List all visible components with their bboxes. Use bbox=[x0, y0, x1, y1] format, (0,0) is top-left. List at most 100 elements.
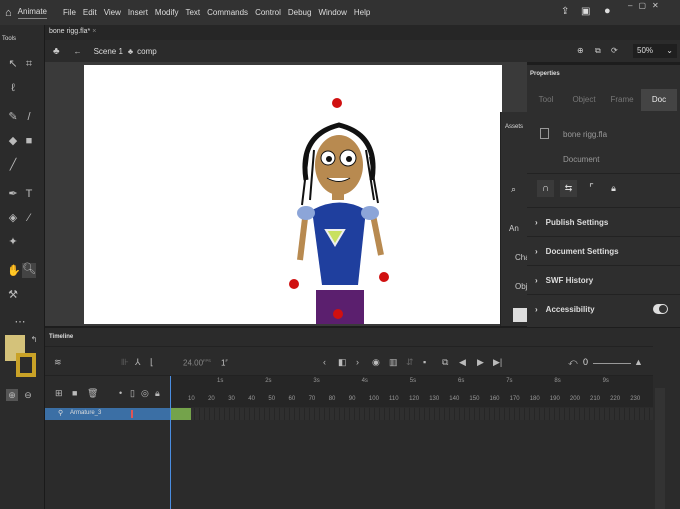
menu-text[interactable]: Text bbox=[185, 8, 200, 17]
assets-item[interactable]: An bbox=[509, 224, 519, 233]
insert-keyframe-icon[interactable]: ◧ bbox=[338, 357, 347, 368]
line-tool-icon[interactable]: ╱ bbox=[7, 159, 19, 171]
pose-frames[interactable] bbox=[170, 408, 191, 420]
edit-symbols-icon[interactable]: ♣ bbox=[53, 46, 60, 57]
new-layer-icon[interactable]: ⊞ bbox=[55, 388, 63, 399]
scene-label[interactable]: Scene 1 bbox=[94, 47, 123, 56]
free-transform-tool-icon[interactable]: ⌗ bbox=[23, 58, 35, 70]
camera-tool-icon[interactable]: ⚒ bbox=[7, 289, 19, 301]
share-icon[interactable]: ⇪ bbox=[561, 6, 569, 17]
zoom-frames-icon[interactable]: ▲ bbox=[634, 357, 643, 367]
document-tab[interactable]: bone rigg.fla* × bbox=[49, 28, 96, 35]
asset-thumbnail[interactable] bbox=[513, 308, 527, 322]
menu-control[interactable]: Control bbox=[255, 8, 281, 17]
onion-skin-icon[interactable]: ◉ bbox=[372, 357, 380, 368]
play-icon[interactable]: ▶ bbox=[477, 357, 484, 368]
document-settings-section[interactable]: › Document Settings bbox=[527, 236, 680, 265]
brush-tool-icon[interactable]: / bbox=[23, 111, 35, 123]
stage-canvas[interactable] bbox=[84, 65, 502, 324]
menu-window[interactable]: Window bbox=[318, 8, 346, 17]
menu-commands[interactable]: Commands bbox=[207, 8, 248, 17]
menu-edit[interactable]: Edit bbox=[83, 8, 97, 17]
next-keyframe-icon[interactable]: › bbox=[356, 357, 359, 367]
step-forward-icon[interactable]: ▶| bbox=[493, 357, 502, 368]
frame-track[interactable] bbox=[170, 408, 653, 420]
accessibility-section[interactable]: › Accessibility bbox=[527, 294, 680, 323]
frame-ruler[interactable]: 1s 2s 3s 4s 5s 6s 7s 8s 9s 10 20 30 40 50 60 70 80 90 100 1… bbox=[170, 376, 653, 407]
highlight-icon[interactable]: • bbox=[119, 388, 122, 398]
character-figure[interactable] bbox=[84, 65, 502, 324]
selection-tool-icon[interactable]: ↖ bbox=[7, 58, 19, 70]
tween-icon[interactable]: ⇵ bbox=[406, 357, 414, 368]
delete-layer-icon[interactable]: 🗑︎ bbox=[87, 388, 98, 399]
accessibility-toggle[interactable] bbox=[653, 304, 668, 314]
window-controls[interactable]: –▢✕ bbox=[628, 1, 665, 10]
rotate-icon[interactable]: ⟳ bbox=[611, 46, 618, 55]
menu-help[interactable]: Help bbox=[354, 8, 370, 17]
pen-anchor-tool-icon[interactable]: ✒ bbox=[7, 188, 19, 200]
swf-history-section[interactable]: › SWF History bbox=[527, 265, 680, 294]
loop-icon[interactable]: ⧉ bbox=[442, 357, 448, 368]
test-movie-icon[interactable]: ● bbox=[604, 5, 611, 17]
workspace-icon[interactable]: ▣ bbox=[581, 6, 590, 17]
insert-blank-icon[interactable]: ▪ bbox=[423, 357, 426, 367]
lock-all-icon[interactable]: 🔒︎ bbox=[155, 388, 160, 399]
pen-tool-icon[interactable]: ✎ bbox=[7, 111, 19, 123]
menu-view[interactable]: View bbox=[104, 8, 121, 17]
reset-speed-icon[interactable]: ⤺ bbox=[568, 357, 578, 368]
new-folder-icon[interactable]: ■ bbox=[72, 388, 77, 398]
symbol-label[interactable]: comp bbox=[137, 47, 157, 56]
zoom-out-icon[interactable]: ⊖ bbox=[22, 389, 34, 401]
text-tool-icon[interactable]: T bbox=[23, 188, 35, 200]
search-icon[interactable]: ⌕ bbox=[511, 184, 516, 195]
speed-slider[interactable] bbox=[593, 363, 631, 364]
menu-insert[interactable]: Insert bbox=[128, 8, 148, 17]
bone-joint[interactable] bbox=[379, 272, 389, 282]
tab-object[interactable]: Object bbox=[565, 89, 603, 111]
visibility-icon[interactable]: ◎ bbox=[141, 388, 149, 399]
eyedropper-tool-icon[interactable]: ⁄ bbox=[23, 212, 35, 224]
snap-magnet-icon[interactable]: ∩ bbox=[537, 180, 554, 197]
frame-value[interactable]: 1F bbox=[221, 358, 228, 368]
bone-joint[interactable] bbox=[289, 279, 299, 289]
playhead[interactable] bbox=[170, 376, 171, 509]
close-tab-icon[interactable]: × bbox=[92, 28, 96, 35]
zoom-tool-icon[interactable]: 🔍︎ bbox=[22, 263, 36, 278]
layer-parenting-icon[interactable]: ⅄ bbox=[135, 357, 141, 368]
timeline-scrollbar[interactable] bbox=[655, 388, 665, 509]
step-back-icon[interactable]: ◀ bbox=[459, 357, 466, 368]
tab-frame[interactable]: Frame bbox=[603, 89, 641, 111]
paint-bucket-tool-icon[interactable]: ◈ bbox=[7, 212, 19, 224]
show-parent-icon[interactable]: ⊪ bbox=[121, 357, 129, 368]
eraser-tool-icon[interactable]: ◆ bbox=[7, 135, 19, 147]
outline-icon[interactable]: ▯ bbox=[130, 388, 135, 399]
center-stage-icon[interactable]: ⊕ bbox=[577, 46, 584, 55]
menu-modify[interactable]: Modify bbox=[155, 8, 179, 17]
swap-colors-icon[interactable]: ↰ bbox=[28, 334, 40, 346]
graph-icon[interactable]: ⌊ bbox=[150, 357, 154, 368]
back-arrow-icon[interactable]: ← bbox=[74, 47, 82, 56]
assets-item[interactable]: Obj bbox=[515, 282, 527, 291]
menu-debug[interactable]: Debug bbox=[288, 8, 312, 17]
bone-tool-icon[interactable]: ✦ bbox=[7, 236, 19, 248]
hand-tool-icon[interactable]: ✋ bbox=[7, 265, 21, 277]
layer-row[interactable]: ⚲ Armature_3 bbox=[45, 408, 170, 420]
zoom-in-icon[interactable]: ⊕ bbox=[6, 389, 18, 401]
tab-doc[interactable]: Doc bbox=[641, 89, 677, 111]
home-icon[interactable]: ⌂ bbox=[5, 7, 12, 19]
tab-tool[interactable]: Tool bbox=[527, 89, 565, 111]
bone-joint[interactable] bbox=[332, 98, 342, 108]
clip-icon[interactable]: ⧉ bbox=[595, 46, 601, 56]
rectangle-tool-icon[interactable]: ■ bbox=[23, 135, 35, 147]
menu-file[interactable]: File bbox=[63, 8, 76, 17]
fill-color-swatch[interactable] bbox=[16, 353, 36, 377]
lock-icon[interactable]: 🔒︎ bbox=[605, 180, 622, 197]
zoom-select[interactable]: 50% ⌄ bbox=[633, 44, 677, 58]
snap-pixel-icon[interactable]: ⇆ bbox=[560, 180, 577, 197]
prev-keyframe-icon[interactable]: ‹ bbox=[323, 357, 326, 367]
fps-value[interactable]: 24.00FPS bbox=[183, 358, 211, 368]
align-icon[interactable]: ⌜ bbox=[583, 180, 600, 197]
layers-icon[interactable]: ≋ bbox=[54, 357, 62, 368]
lasso-tool-icon[interactable]: ℓ bbox=[7, 82, 19, 94]
publish-settings-section[interactable]: › Publish Settings bbox=[527, 207, 680, 236]
